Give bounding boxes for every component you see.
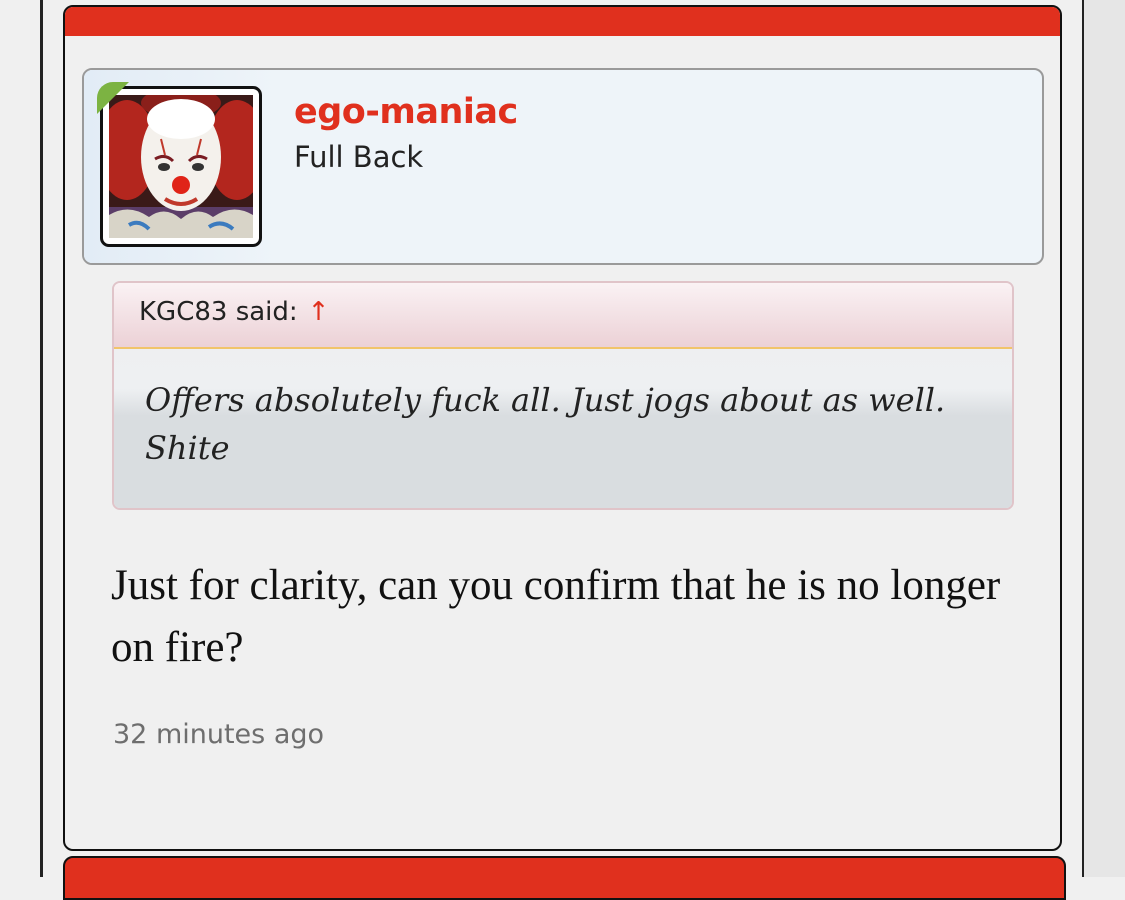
- post-header-bar: [65, 7, 1060, 36]
- quote-text: Offers absolutely fuck all. Just jogs ab…: [145, 381, 946, 467]
- next-post-header-bar: [63, 856, 1066, 900]
- post-timestamp[interactable]: 32 minutes ago: [113, 719, 324, 750]
- quote-attribution: KGC83 said: ↑: [139, 297, 329, 327]
- page-border-right: [1082, 0, 1084, 877]
- avatar[interactable]: [100, 86, 262, 247]
- page-edge-right: [1084, 0, 1125, 877]
- page-border-left: [40, 0, 43, 877]
- quote-block: KGC83 said: ↑ Offers absolutely fuck all.…: [112, 281, 1014, 510]
- quote-attribution-text: KGC83 said:: [139, 297, 298, 327]
- quote-body: Offers absolutely fuck all. Just jogs ab…: [114, 349, 1012, 508]
- post-card: ego-maniac Full Back KGC83 said: ↑ Offers…: [63, 5, 1062, 851]
- quote-header: KGC83 said: ↑: [114, 283, 1012, 349]
- author-user-title: Full Back: [294, 140, 424, 174]
- author-username[interactable]: ego-maniac: [294, 92, 518, 132]
- clown-avatar-icon: [109, 95, 253, 238]
- author-info-box: ego-maniac Full Back: [82, 68, 1044, 265]
- jump-to-quote-arrow-icon[interactable]: ↑: [308, 297, 330, 327]
- post-message: Just for clarity, can you confirm that h…: [111, 562, 1001, 671]
